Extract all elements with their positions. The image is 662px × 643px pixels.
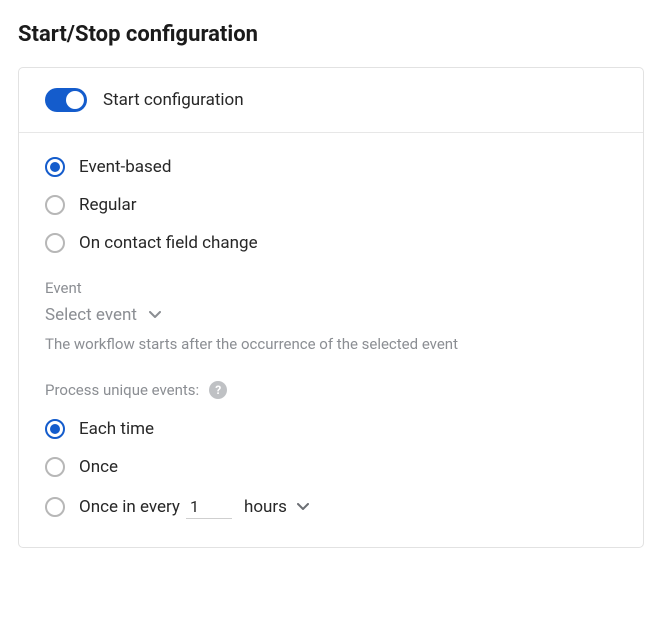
radio-icon (45, 233, 65, 253)
event-select-value: Select event (45, 305, 137, 325)
radio-icon (45, 157, 65, 177)
radio-icon (45, 497, 65, 517)
radio-label: Each time (79, 419, 154, 439)
once-in-every-prefix: Once in every (79, 497, 180, 517)
radio-icon (45, 195, 65, 215)
trigger-option-event-based[interactable]: Event-based (45, 157, 617, 177)
page-title: Start/Stop configuration (18, 22, 644, 47)
radio-label: On contact field change (79, 233, 258, 253)
event-select[interactable]: Select event (45, 305, 161, 325)
radio-label: Regular (79, 195, 137, 215)
unique-option-once-in-every[interactable]: Once in every hours (45, 495, 617, 519)
card-body: Event-based Regular On contact field cha… (19, 133, 643, 547)
trigger-option-regular[interactable]: Regular (45, 195, 617, 215)
radio-icon (45, 419, 65, 439)
unique-events-header: Process unique events: ? (45, 381, 617, 399)
unique-events-label: Process unique events: (45, 381, 199, 399)
unique-option-once[interactable]: Once (45, 457, 617, 477)
unique-option-each-time[interactable]: Each time (45, 419, 617, 439)
interval-value-input[interactable] (186, 495, 232, 519)
event-label: Event (45, 279, 617, 297)
start-config-label: Start configuration (103, 90, 244, 110)
interval-unit-value: hours (244, 497, 287, 517)
radio-label: Event-based (79, 157, 171, 177)
card-header: Start configuration (19, 68, 643, 133)
config-card: Start configuration Event-based Regular … (18, 67, 644, 548)
start-config-toggle[interactable] (45, 88, 87, 112)
event-help-text: The workflow starts after the occurrence… (45, 335, 617, 353)
help-icon[interactable]: ? (209, 381, 227, 399)
radio-label: Once (79, 457, 118, 477)
radio-label: Once in every hours (79, 495, 309, 519)
radio-icon (45, 457, 65, 477)
interval-unit-select[interactable]: hours (244, 497, 309, 517)
trigger-option-on-contact-field-change[interactable]: On contact field change (45, 233, 617, 253)
event-block: Event Select event The workflow starts a… (45, 279, 617, 353)
chevron-down-icon (297, 501, 309, 513)
chevron-down-icon (149, 309, 161, 321)
